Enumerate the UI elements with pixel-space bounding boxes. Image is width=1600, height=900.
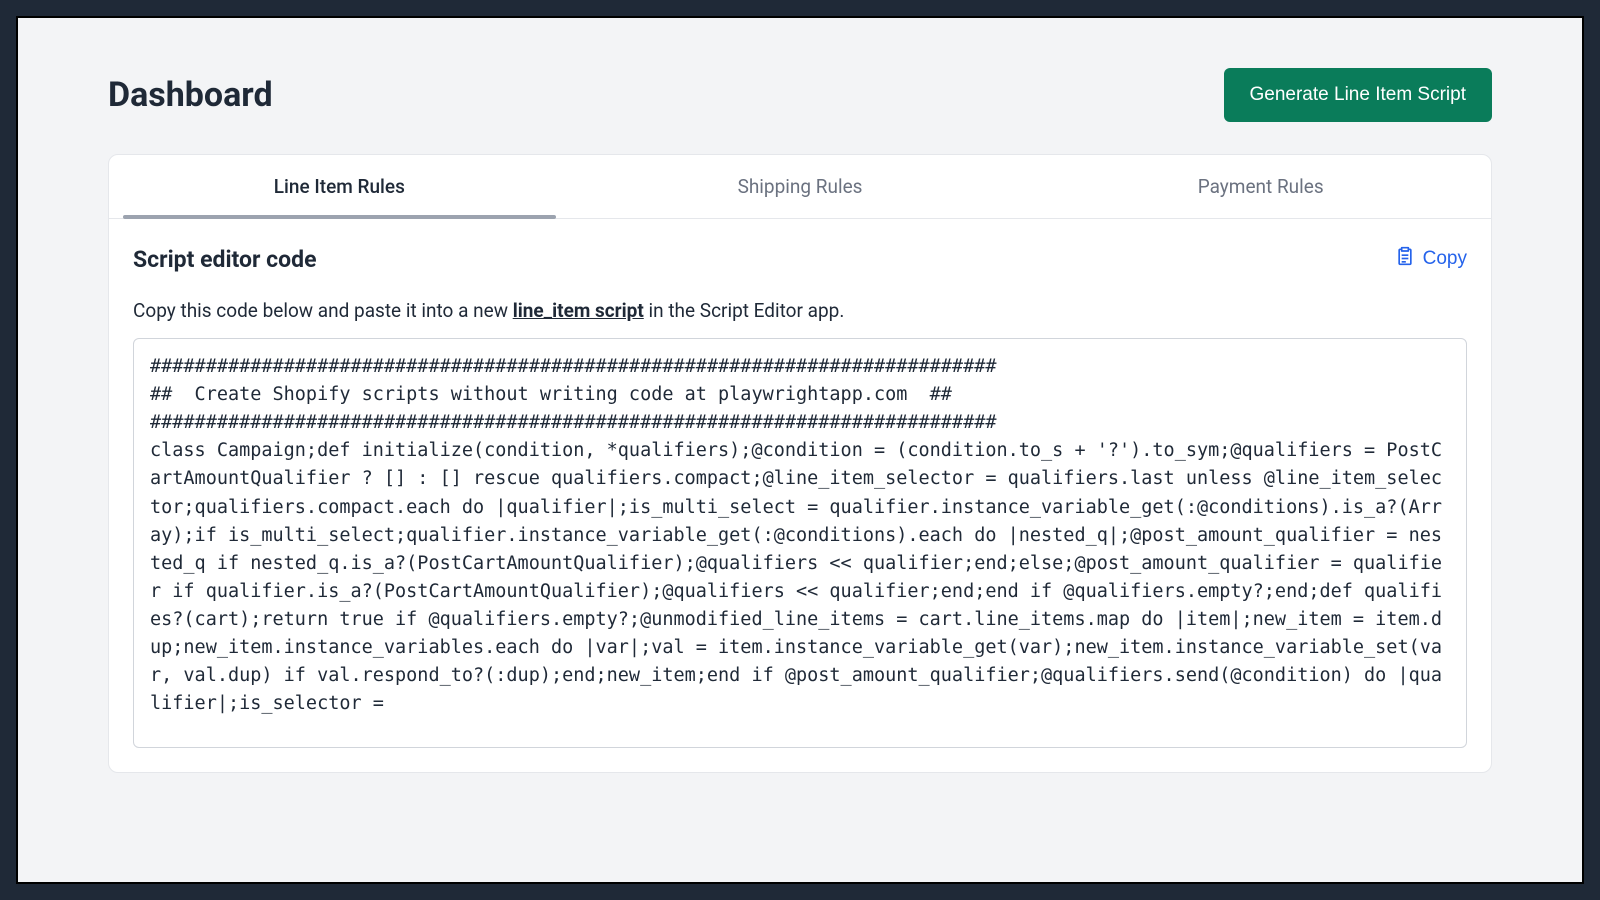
tab-line-item-rules[interactable]: Line Item Rules	[109, 155, 570, 218]
rules-card: Line Item Rules Shipping Rules Payment R…	[108, 154, 1492, 773]
page-title: Dashboard	[108, 75, 273, 115]
copy-button-label: Copy	[1423, 248, 1467, 270]
description-prefix: Copy this code below and paste it into a…	[133, 299, 513, 322]
section-description: Copy this code below and paste it into a…	[109, 281, 1491, 338]
clipboard-icon	[1395, 245, 1415, 273]
app-outer-frame: Dashboard Generate Line Item Script Line…	[0, 0, 1600, 900]
header-row: Dashboard Generate Line Item Script	[108, 68, 1492, 122]
tab-shipping-rules[interactable]: Shipping Rules	[570, 155, 1031, 218]
generate-line-item-script-button[interactable]: Generate Line Item Script	[1224, 68, 1493, 122]
tabs-bar: Line Item Rules Shipping Rules Payment R…	[109, 155, 1491, 219]
copy-button[interactable]: Copy	[1395, 245, 1467, 273]
section-title: Script editor code	[133, 246, 317, 273]
tab-payment-rules[interactable]: Payment Rules	[1030, 155, 1491, 218]
script-code-box[interactable]: ########################################…	[133, 338, 1467, 748]
app-inner-frame: Dashboard Generate Line Item Script Line…	[16, 16, 1584, 884]
section-header: Script editor code Copy	[109, 219, 1491, 281]
line-item-script-link[interactable]: line_item script	[513, 299, 644, 322]
description-suffix: in the Script Editor app.	[644, 299, 845, 322]
